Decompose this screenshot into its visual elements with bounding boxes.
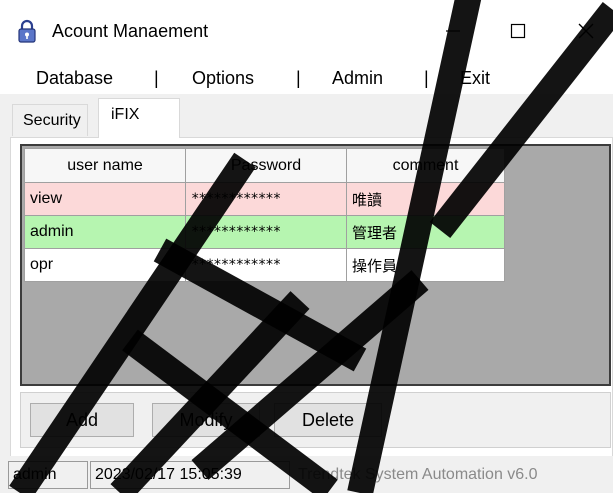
- tab-strip: [0, 94, 613, 136]
- column-header-user-name[interactable]: user name: [24, 148, 186, 183]
- status-brand-text: Trendtek System Automation v6.0: [298, 466, 538, 483]
- cell-user-name[interactable]: view: [24, 182, 186, 216]
- cell-comment[interactable]: 管理者: [346, 215, 505, 249]
- status-datetime: 2023/02/17 15:05:39: [90, 461, 290, 489]
- tab-security[interactable]: Security: [12, 104, 88, 136]
- close-icon: [578, 23, 594, 39]
- tab-ifix[interactable]: iFIX: [98, 98, 180, 138]
- menu-options[interactable]: Options: [192, 66, 254, 90]
- table-row[interactable]: view ************ 唯讀: [24, 182, 505, 216]
- column-header-password[interactable]: Password: [185, 148, 347, 183]
- menu-separator: |: [424, 68, 429, 88]
- cell-comment[interactable]: 唯讀: [346, 182, 505, 216]
- minimize-icon: [446, 30, 460, 32]
- maximize-icon: [510, 23, 526, 39]
- add-button[interactable]: Add: [30, 403, 134, 437]
- delete-button[interactable]: Delete: [274, 403, 382, 437]
- cell-password[interactable]: ************: [185, 248, 347, 282]
- maximize-button[interactable]: [495, 0, 541, 62]
- cell-user-name[interactable]: opr: [24, 248, 186, 282]
- cell-password[interactable]: ************: [185, 215, 347, 249]
- status-current-user: admin: [8, 461, 88, 489]
- modify-button[interactable]: Modify: [152, 403, 260, 437]
- menu-database[interactable]: Database: [36, 66, 113, 90]
- account-management-window: Acount Manaement Database | Options | Ad…: [0, 0, 613, 493]
- cell-comment[interactable]: 操作員: [346, 248, 505, 282]
- menu-separator: |: [154, 68, 159, 88]
- close-button[interactable]: [563, 0, 609, 62]
- cell-user-name[interactable]: admin: [24, 215, 186, 249]
- window-title: Acount Manaement: [52, 21, 209, 41]
- menu-admin[interactable]: Admin: [332, 66, 383, 90]
- table-row[interactable]: admin ************ 管理者: [24, 215, 505, 249]
- accounts-grid: user name Password comment view ********…: [24, 148, 505, 282]
- title-bar: Acount Manaement: [0, 0, 613, 62]
- grid-header-row: user name Password comment: [24, 148, 505, 183]
- column-header-comment[interactable]: comment: [346, 148, 505, 183]
- cell-password[interactable]: ************: [185, 182, 347, 216]
- table-row[interactable]: opr ************ 操作員: [24, 248, 505, 282]
- minimize-button[interactable]: [430, 0, 476, 62]
- menu-exit[interactable]: Exit: [460, 66, 490, 90]
- menu-bar: Database | Options | Admin | Exit: [0, 62, 613, 94]
- menu-separator: |: [296, 68, 301, 88]
- lock-icon: [16, 19, 38, 43]
